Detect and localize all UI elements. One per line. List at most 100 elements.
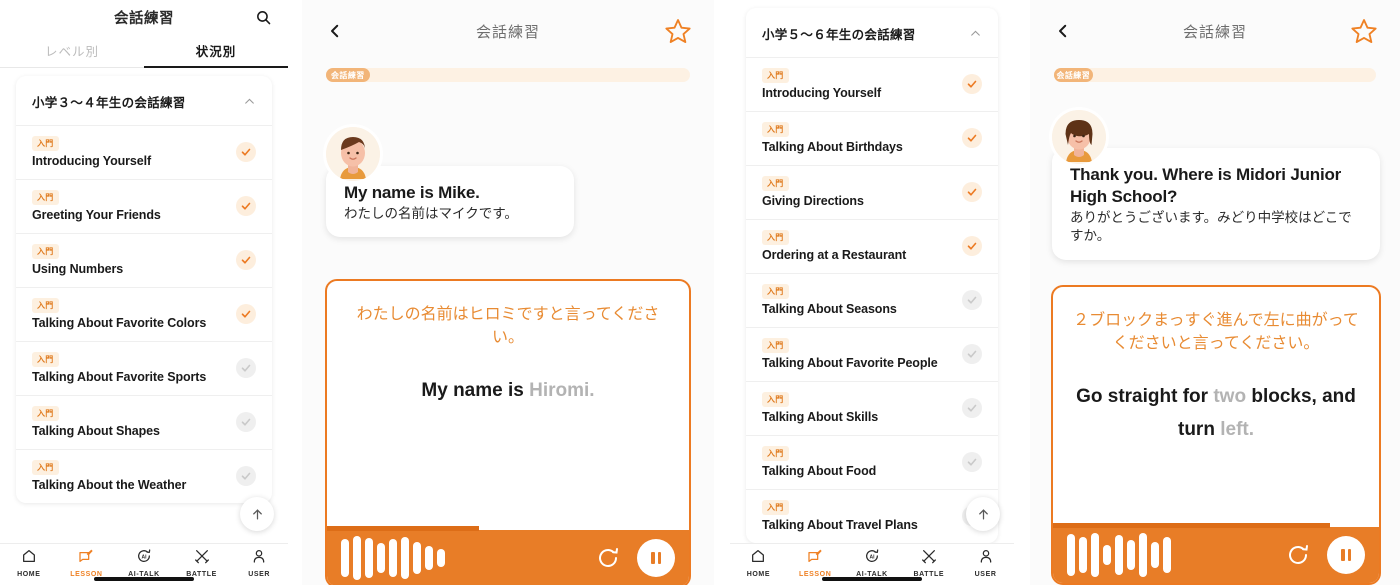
lesson-title: Talking About Seasons (762, 302, 897, 317)
lesson-group-header[interactable]: 小学５～６年生の会話練習 (746, 8, 998, 57)
lesson-row[interactable]: 入門 Introducing Yourself (16, 125, 272, 179)
lesson-text: 入門 Using Numbers (32, 243, 123, 276)
lesson-level-badge: 入門 (762, 175, 789, 192)
pause-button[interactable] (637, 539, 675, 577)
home-indicator (94, 577, 194, 581)
tab-by-level[interactable]: レベル別 (0, 34, 144, 67)
lesson-row[interactable]: 入門 Talking About Travel Plans (746, 489, 998, 543)
lesson-status-check (962, 182, 982, 202)
panel-conversation-directions: 会話練習 会話練習 Thank you. Where is Midori Jun… (1030, 0, 1400, 585)
check-icon (241, 256, 251, 264)
chevron-up-icon[interactable] (243, 95, 256, 108)
lesson-row[interactable]: 入門 Giving Directions (746, 165, 998, 219)
pause-icon-bar (1347, 549, 1351, 561)
lesson-row[interactable]: 入門 Talking About Favorite Colors (16, 287, 272, 341)
home-indicator (822, 577, 922, 581)
lesson-row[interactable]: 入門 Talking About Seasons (746, 273, 998, 327)
answer-prefix: My name is (421, 380, 530, 402)
ai-talk-icon: AI (864, 548, 880, 569)
lesson-level-badge: 入門 (762, 283, 789, 300)
nav-item-home[interactable]: HOME (0, 548, 58, 578)
player-controls (595, 539, 675, 577)
lesson-group-header[interactable]: 小学３～４年生の会話練習 (16, 76, 272, 125)
favorite-star-icon[interactable] (1350, 17, 1378, 45)
screenshot-root: 会話練習 レベル別 状況別 小学３～４年生の会話練習 入門 Introducing… (0, 0, 1400, 585)
answer-prefix-2: turn (1178, 418, 1221, 440)
lesson-status-check (962, 236, 982, 256)
check-icon (241, 472, 251, 480)
progress-label: 会話練習 (1056, 70, 1091, 80)
chevron-up-icon[interactable] (969, 27, 982, 40)
lesson-status-check (236, 142, 256, 162)
player-controls (1285, 536, 1365, 574)
waveform-bar (389, 539, 397, 577)
waveform-bar (1067, 534, 1075, 576)
answer-prefix: Go straight for (1076, 386, 1214, 408)
nav-item-user[interactable]: USER (230, 548, 288, 578)
pause-button[interactable] (1327, 536, 1365, 574)
tab-by-situation[interactable]: 状況別 (144, 34, 288, 68)
nav-item-lesson[interactable]: LESSON (58, 548, 116, 578)
audio-waveform (341, 536, 445, 580)
lesson-row[interactable]: 入門 Talking About Food (746, 435, 998, 489)
lesson-title: Talking About Favorite Colors (32, 316, 207, 331)
nav-item-user[interactable]: USER (957, 548, 1014, 578)
lesson-text: 入門 Greeting Your Friends (32, 189, 161, 223)
nav-item-home[interactable]: HOME (730, 548, 787, 578)
lesson-title: Greeting Your Friends (32, 208, 161, 223)
waveform-bar (1139, 533, 1147, 577)
audio-player (1053, 523, 1379, 583)
lesson-row[interactable]: 入門 Using Numbers (16, 233, 272, 287)
chat-header: 会話練習 (302, 0, 714, 62)
lesson-row[interactable]: 入門 Ordering at a Restaurant (746, 219, 998, 273)
lesson-list-scroll[interactable]: 小学３～４年生の会話練習 入門 Introducing Yourself 入門 Gre… (0, 68, 288, 543)
check-icon (241, 310, 251, 318)
scroll-to-top-button[interactable] (966, 497, 1000, 531)
search-icon[interactable] (252, 6, 274, 28)
lesson-text: 入門 Talking About Skills (762, 391, 878, 424)
nav-item-ai-talk[interactable]: AI AI-TALK (115, 548, 173, 578)
nav-item-lesson[interactable]: LESSON (787, 548, 844, 578)
lesson-row[interactable]: 入門 Talking About Favorite Sports (16, 341, 272, 395)
lesson-row[interactable]: 入門 Talking About Skills (746, 381, 998, 435)
nav-item-battle[interactable]: BATTLE (900, 548, 957, 578)
back-button[interactable] (1054, 21, 1072, 41)
home-icon (750, 548, 766, 569)
nav-item-battle[interactable]: BATTLE (173, 548, 231, 578)
waveform-bar (1127, 540, 1135, 570)
scroll-to-top-button[interactable] (240, 497, 274, 531)
lesson-status-check (962, 452, 982, 472)
lesson-title: Introducing Yourself (762, 86, 882, 101)
avatar (326, 127, 380, 181)
lesson-row[interactable]: 入門 Talking About the Weather (16, 449, 272, 503)
pause-icon-bar (1341, 549, 1345, 561)
waveform-bar (377, 543, 385, 573)
lesson-row[interactable]: 入門 Greeting Your Friends (16, 179, 272, 233)
lesson-list-scroll[interactable]: 小学５～６年生の会話練習 入門 Introducing Yourself 入門 Tal… (730, 0, 1014, 543)
favorite-star-icon[interactable] (664, 17, 692, 45)
nav-item-ai-talk[interactable]: AI AI-TALK (844, 548, 901, 578)
lesson-row[interactable]: 入門 Talking About Shapes (16, 395, 272, 449)
replay-icon[interactable] (1285, 542, 1311, 568)
lesson-group-card: 小学５～６年生の会話練習 入門 Introducing Yourself 入門 Tal… (746, 8, 998, 543)
lesson-level-badge: 入門 (762, 337, 789, 354)
user-icon (251, 548, 267, 569)
waveform-bar (1103, 545, 1111, 565)
battle-swords-icon (194, 548, 210, 569)
lesson-row[interactable]: 入門 Talking About Birthdays (746, 111, 998, 165)
lesson-row[interactable]: 入門 Talking About Favorite People (746, 327, 998, 381)
lesson-title: Talking About Travel Plans (762, 518, 918, 533)
lesson-text: 入門 Talking About Travel Plans (762, 499, 918, 533)
audio-waveform (1067, 533, 1171, 577)
replay-icon[interactable] (595, 545, 621, 571)
waveform-bar (1115, 535, 1123, 575)
lesson-row[interactable]: 入門 Introducing Yourself (746, 57, 998, 111)
back-button[interactable] (326, 21, 344, 41)
lesson-level-badge: 入門 (762, 499, 789, 516)
lesson-progress: 会話練習 (302, 62, 714, 82)
lesson-level-badge: 入門 (762, 67, 789, 84)
waveform-bar (437, 549, 445, 567)
lesson-level-badge: 入門 (762, 445, 789, 462)
lesson-title: Talking About Birthdays (762, 140, 903, 155)
lesson-level-badge: 入門 (32, 459, 59, 476)
